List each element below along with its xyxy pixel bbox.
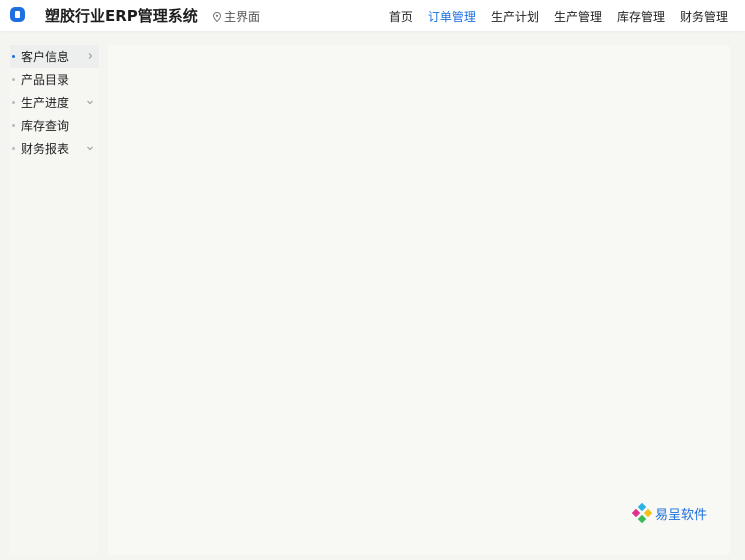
nav-order-management[interactable]: 订单管理 — [428, 8, 476, 25]
sidebar: 客户信息 产品目录 生产进度 库存查询 财务报表 — [10, 45, 99, 555]
nav-inventory-management[interactable]: 库存管理 — [617, 8, 665, 25]
brand-logo-icon — [632, 503, 652, 523]
location-pin-icon — [212, 11, 222, 23]
sidebar-item-label: 生产进度 — [21, 96, 70, 110]
chevron-down-icon — [87, 146, 93, 151]
module-label: 主界面 — [224, 10, 261, 24]
sidebar-item-label: 财务报表 — [21, 142, 70, 156]
sidebar-item-label: 客户信息 — [21, 50, 70, 64]
main-content-panel — [108, 45, 730, 555]
sidebar-item-customer-info[interactable]: 客户信息 — [10, 45, 99, 68]
brand-watermark: 易呈软件 — [632, 503, 707, 523]
chevron-right-icon — [88, 53, 93, 59]
sidebar-item-production-progress[interactable]: 生产进度 — [10, 91, 99, 114]
bullet-dot-icon — [12, 147, 15, 150]
app-logo-icon — [10, 7, 25, 22]
sidebar-item-label: 库存查询 — [21, 119, 70, 133]
sidebar-item-financial-reports[interactable]: 财务报表 — [10, 137, 99, 160]
nav-production-management[interactable]: 生产管理 — [554, 8, 602, 25]
nav-finance-management[interactable]: 财务管理 — [680, 8, 728, 25]
bullet-dot-icon — [12, 78, 15, 81]
sidebar-item-label: 产品目录 — [21, 73, 70, 87]
sidebar-item-product-catalog[interactable]: 产品目录 — [10, 68, 99, 91]
sidebar-item-inventory-query[interactable]: 库存查询 — [10, 114, 99, 137]
module-indicator[interactable]: 主界面 — [212, 8, 260, 25]
bullet-dot-icon — [12, 55, 15, 58]
top-header: 塑胶行业ERP管理系统 主界面 首页 订单管理 生产计划 生产管理 库存管理 财… — [0, 0, 745, 31]
app-title: 塑胶行业ERP管理系统 — [45, 7, 198, 25]
chevron-down-icon — [87, 100, 93, 105]
nav-production-plan[interactable]: 生产计划 — [491, 8, 539, 25]
top-nav: 首页 订单管理 生产计划 生产管理 库存管理 财务管理 — [389, 8, 728, 25]
bullet-dot-icon — [12, 124, 15, 127]
nav-home[interactable]: 首页 — [389, 8, 413, 25]
bullet-dot-icon — [12, 101, 15, 104]
brand-name: 易呈软件 — [655, 507, 708, 523]
